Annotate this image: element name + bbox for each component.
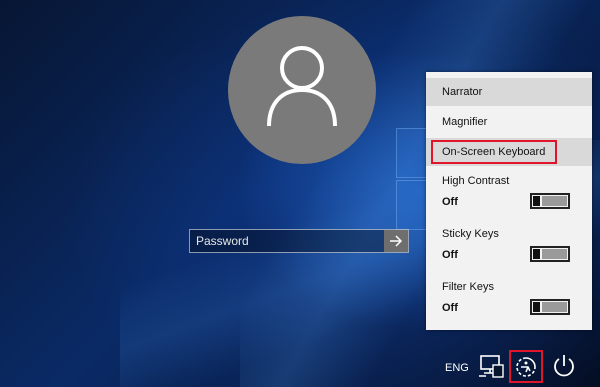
power-icon[interactable]	[552, 354, 576, 378]
switch-track	[542, 302, 567, 312]
menu-item-label: Magnifier	[442, 116, 488, 128]
ease-of-access-icon	[516, 357, 536, 377]
switch-track	[542, 196, 567, 206]
toggle-high-contrast: High Contrast Off	[426, 175, 592, 221]
toggle-label: Sticky Keys	[442, 228, 499, 240]
toggle-state: Off	[442, 302, 458, 314]
switch-knob	[533, 196, 540, 206]
toggle-filter-keys: Filter Keys Off	[426, 281, 592, 327]
user-avatar	[228, 16, 376, 164]
password-input[interactable]	[190, 230, 384, 252]
menu-item-magnifier[interactable]: Magnifier	[426, 108, 592, 136]
wallpaper-window-pane	[396, 180, 428, 230]
toggle-state: Off	[442, 249, 458, 261]
menu-item-label: Narrator	[442, 86, 483, 98]
user-icon	[267, 46, 337, 127]
wallpaper-window-pane	[396, 128, 428, 178]
network-icon[interactable]	[478, 354, 504, 378]
menu-item-label: On-Screen Keyboard	[442, 146, 546, 158]
high-contrast-switch[interactable]	[530, 193, 570, 209]
filter-keys-switch[interactable]	[530, 299, 570, 315]
toggle-label: Filter Keys	[442, 281, 494, 293]
toggle-state: Off	[442, 196, 458, 208]
switch-knob	[533, 249, 540, 259]
language-indicator[interactable]: ENG	[445, 362, 469, 374]
switch-track	[542, 249, 567, 259]
toggle-sticky-keys: Sticky Keys Off	[426, 228, 592, 274]
switch-knob	[533, 302, 540, 312]
menu-item-narrator[interactable]: Narrator	[426, 78, 592, 106]
menu-item-on-screen-keyboard[interactable]: On-Screen Keyboard	[426, 138, 592, 166]
ease-of-access-menu: Narrator Magnifier On-Screen Keyboard Hi…	[426, 72, 592, 330]
arrow-right-icon	[390, 235, 403, 247]
ease-of-access-button[interactable]	[509, 350, 543, 383]
password-field[interactable]	[189, 229, 409, 253]
submit-button[interactable]	[384, 230, 408, 252]
sticky-keys-switch[interactable]	[530, 246, 570, 262]
toggle-label: High Contrast	[442, 175, 510, 187]
